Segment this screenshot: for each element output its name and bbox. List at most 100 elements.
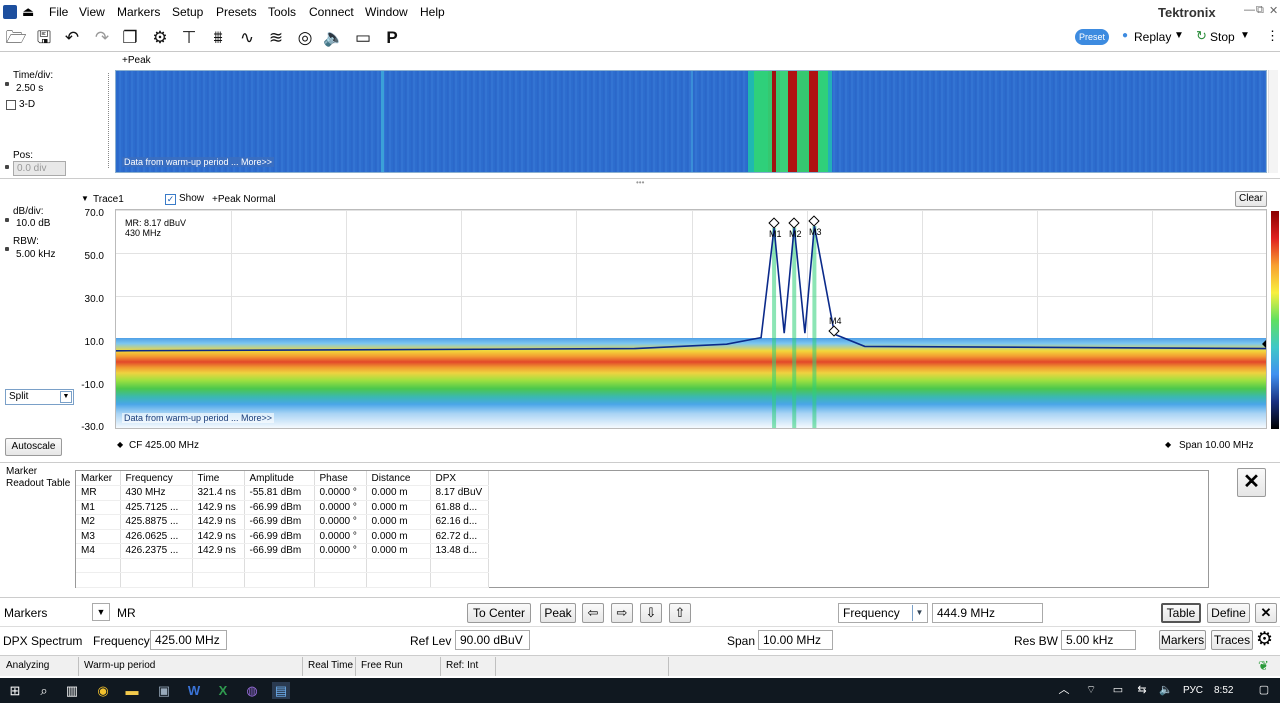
mr-marker-arrow-icon[interactable] (1262, 338, 1266, 350)
more-icon[interactable]: ⋮ (1266, 28, 1279, 44)
tray-language[interactable]: РУС (1183, 685, 1203, 696)
menu-setup[interactable]: Setup (172, 5, 203, 19)
marker-select-dropdown-icon[interactable]: ▼ (92, 603, 110, 621)
traces-button[interactable]: Traces (1211, 630, 1253, 650)
audio-icon[interactable]: 🔈 (322, 26, 346, 50)
record-icon[interactable]: ▭ (351, 26, 375, 50)
menu-file[interactable]: File (49, 5, 68, 19)
spectro-warmup-note[interactable]: Data from warm-up period ... More>> (122, 157, 275, 167)
task-view-icon[interactable]: ▥ (63, 682, 81, 699)
marker-param-select[interactable]: Frequency ▼ (838, 603, 928, 623)
status-realtime[interactable]: Real Time (308, 660, 353, 671)
clear-button[interactable]: Clear (1235, 191, 1267, 207)
windows-start-icon[interactable]: ⊞ (6, 682, 24, 699)
trace-mode[interactable]: +Peak Normal (212, 194, 276, 205)
stop-button[interactable]: Stop (1210, 30, 1235, 44)
tray-battery-icon[interactable]: ▭ (1109, 682, 1127, 699)
preset-button[interactable]: Preset (1075, 29, 1109, 45)
span-label[interactable]: Span 10.00 MHz (1179, 440, 1254, 451)
show-checkbox[interactable]: ✓ (165, 194, 176, 205)
restore-icon[interactable]: ⧉ (1256, 4, 1264, 17)
col-dpx[interactable]: DPX (430, 471, 489, 486)
span-input[interactable]: 10.00 MHz (758, 630, 833, 650)
table-row[interactable]: M2 425.8875 ... 142.9 ns -66.99 dBm 0.0000 °… (76, 514, 489, 530)
cf-handle-icon[interactable]: ◆ (117, 440, 123, 449)
replay-button[interactable]: Replay (1134, 30, 1171, 44)
close-readout-button[interactable]: ✕ (1237, 468, 1266, 497)
frequency-input[interactable]: 425.00 MHz (150, 630, 227, 650)
spectrogram-view[interactable]: Data from warm-up period ... More>> (115, 70, 1267, 173)
redo-icon[interactable]: ↷ (90, 26, 114, 50)
chrome-icon[interactable]: ◉ (94, 682, 112, 699)
preset-p-icon[interactable]: P (380, 26, 404, 50)
time-div-value[interactable]: 2.50 s (16, 83, 43, 94)
marker-value-input[interactable]: 444.9 MHz (932, 603, 1043, 623)
peak-down-button[interactable]: ⇩ (640, 603, 662, 623)
to-center-button[interactable]: To Center (467, 603, 531, 623)
menu-window[interactable]: Window (365, 5, 408, 19)
tray-clock[interactable]: 8:52 (1214, 685, 1233, 696)
resbw-input[interactable]: 5.00 kHz (1061, 630, 1136, 650)
cf-label[interactable]: CF 425.00 MHz (129, 440, 199, 451)
param-dropdown-icon[interactable]: ▼ (912, 605, 926, 621)
tray-volume-icon[interactable]: 🔈 (1157, 682, 1175, 699)
minimize-icon[interactable]: — (1244, 4, 1255, 16)
eject-icon[interactable]: ⏏ (22, 4, 34, 20)
three-d-checkbox[interactable] (6, 100, 16, 110)
tray-chevron-icon[interactable]: ︿ (1055, 682, 1073, 699)
col-amplitude[interactable]: Amplitude (244, 471, 315, 486)
tray-connect-icon[interactable]: ⇆ (1133, 682, 1151, 699)
split-select[interactable]: Split ▼ (5, 389, 74, 405)
table-row[interactable]: MR 430 MHz 321.4 ns -55.81 dBm 0.0000 ° 0.000… (76, 485, 489, 501)
spectro-scrollbar[interactable] (1268, 70, 1278, 173)
acquire-icon[interactable]: ⩩ (206, 26, 230, 50)
signalvu-taskbar-icon[interactable]: ▤ (272, 682, 290, 699)
tray-network-icon[interactable]: ⌔ (1082, 682, 1100, 699)
pos-handle-icon[interactable] (5, 165, 9, 169)
menu-tools[interactable]: Tools (268, 5, 296, 19)
define-button[interactable]: Define (1207, 603, 1250, 623)
trace-name[interactable]: Trace1 (93, 194, 124, 205)
autoscale-button[interactable]: Autoscale (5, 438, 62, 456)
menu-presets[interactable]: Presets (216, 5, 257, 19)
menu-help[interactable]: Help (420, 5, 445, 19)
word-icon[interactable]: W (185, 682, 203, 699)
peak-right-button[interactable]: ⇨ (611, 603, 633, 623)
trigger-icon[interactable]: ⊤ (177, 26, 201, 50)
excel-icon[interactable]: X (214, 682, 232, 699)
status-ref[interactable]: Ref: Int (446, 660, 478, 671)
col-frequency[interactable]: Frequency (120, 471, 193, 486)
table-row[interactable]: M3 426.0625 ... 142.9 ns -66.99 dBm 0.0000 °… (76, 529, 489, 544)
db-div-handle-icon[interactable] (5, 218, 9, 222)
notifications-icon[interactable]: ▢ (1255, 682, 1273, 699)
pos-field[interactable]: 0.0 div (13, 161, 66, 176)
col-marker[interactable]: Marker (76, 471, 121, 486)
amplitude-icon[interactable]: ≋ (264, 26, 288, 50)
status-freerun[interactable]: Free Run (361, 660, 403, 671)
col-distance[interactable]: Distance (366, 471, 431, 486)
save-icon[interactable]: 🖫 (32, 26, 56, 50)
marker-selected[interactable]: MR (117, 606, 136, 620)
undo-icon[interactable]: ↶ (60, 26, 84, 50)
spectrum-warmup-note[interactable]: Data from warm-up period ... More>> (122, 413, 275, 423)
search-icon[interactable]: ⌕ (35, 682, 53, 699)
table-row[interactable]: M1 425.7125 ... 142.9 ns -66.99 dBm 0.0000 °… (76, 500, 489, 515)
marker-table[interactable]: Marker Frequency Time Amplitude Phase Di… (75, 470, 1209, 588)
replay-disk-icon[interactable]: ◎ (293, 26, 317, 50)
stop-dropdown-icon[interactable]: ▼ (1240, 30, 1250, 41)
spectrum-plot[interactable]: MR: 8.17 dBuV 430 MHz Data from warm-up … (115, 209, 1267, 429)
menu-connect[interactable]: Connect (309, 5, 354, 19)
rbw-handle-icon[interactable] (5, 247, 9, 251)
close-icon[interactable]: ✕ (1269, 4, 1278, 17)
col-phase[interactable]: Phase (314, 471, 367, 486)
gear-icon[interactable]: ⚙ (148, 26, 172, 50)
rbw-value[interactable]: 5.00 kHz (16, 249, 55, 260)
trace-dropdown-icon[interactable]: ▼ (81, 194, 89, 203)
table-row[interactable]: M4 426.2375 ... 142.9 ns -66.99 dBm 0.0000 °… (76, 543, 489, 559)
db-div-value[interactable]: 10.0 dB (16, 218, 50, 229)
analysis-icon[interactable]: ∿ (235, 26, 259, 50)
span-handle-icon[interactable]: ◆ (1165, 440, 1171, 449)
app-icon[interactable] (3, 5, 17, 19)
close-markers-button[interactable]: ✕ (1255, 603, 1277, 623)
table-button[interactable]: Table (1161, 603, 1201, 623)
